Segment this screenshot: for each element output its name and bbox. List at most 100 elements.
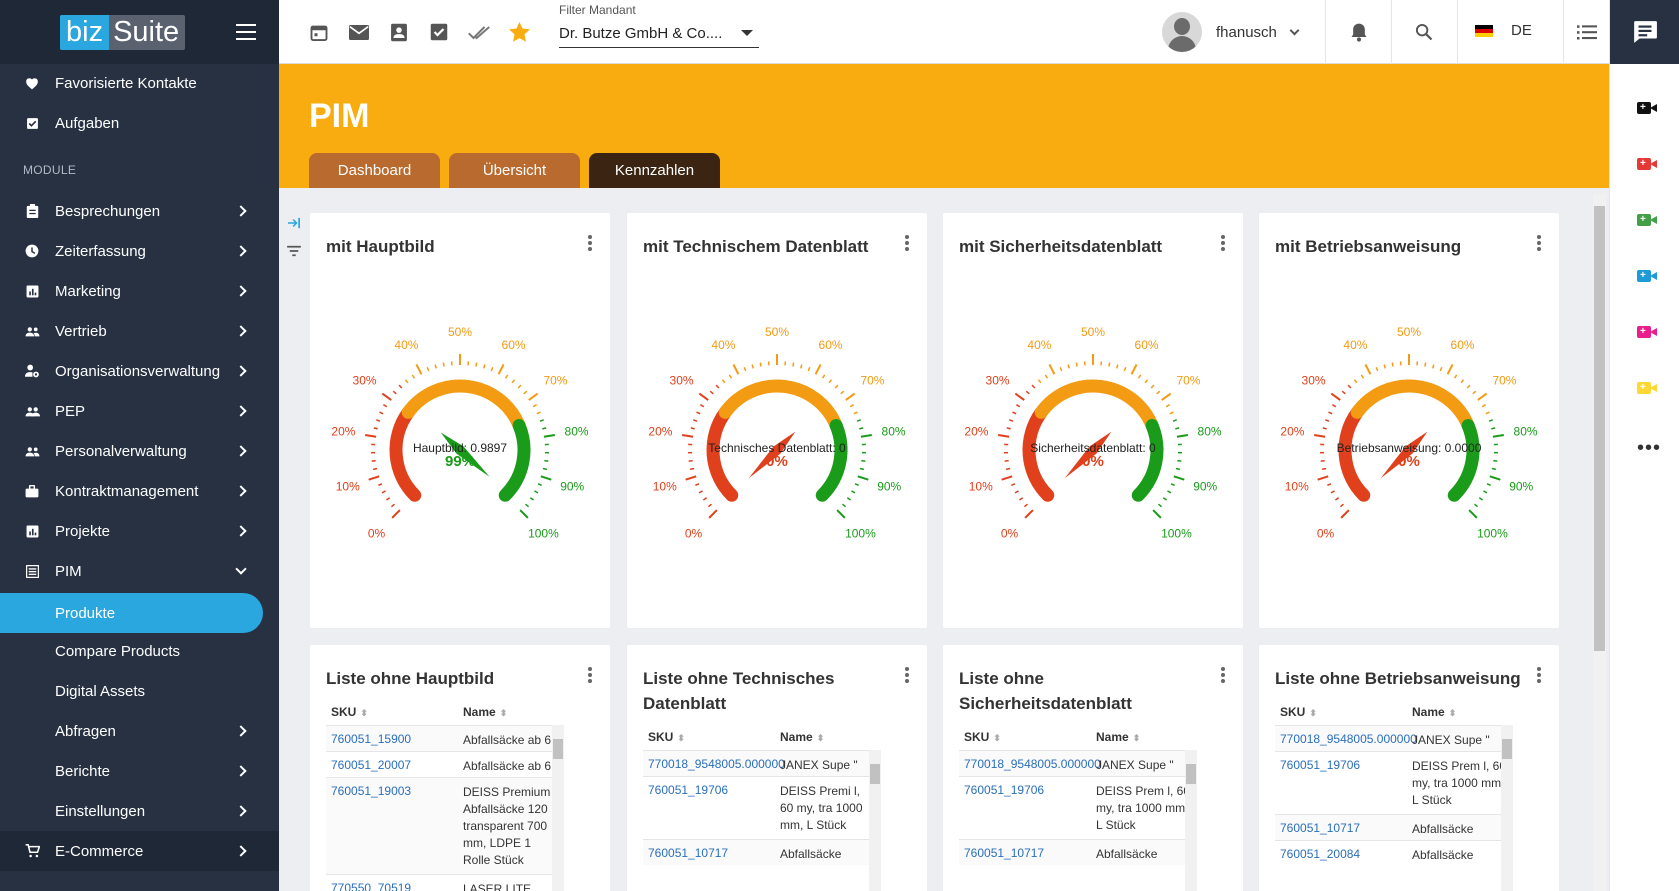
sku-link[interactable]: 760051_20084 [1280, 847, 1360, 861]
task-icon[interactable] [427, 20, 451, 44]
table-row[interactable]: 760051_19706 DEISS Prem l, 60 my, tra 100… [1275, 751, 1513, 814]
table-row[interactable]: 760051_20084 Abfallsäcke [1275, 840, 1513, 866]
table-row[interactable]: 760051_10717 Abfallsäcke [1275, 814, 1513, 840]
sidebar-subitem-produkte[interactable]: Produkte [0, 593, 263, 633]
sidebar-item-favorite-contacts[interactable]: Favorisierte Kontakte [0, 63, 279, 103]
video-add-icon[interactable]: + [1637, 214, 1657, 226]
sidebar-item-pim[interactable]: PIM [0, 551, 279, 591]
done-all-icon[interactable] [467, 20, 491, 44]
scrollbar-thumb[interactable] [1502, 739, 1512, 759]
kebab-menu-icon[interactable] [905, 667, 909, 683]
star-icon[interactable] [507, 20, 531, 44]
table-row[interactable]: 770018_9548005.000000JANEX Supe " braun [643, 750, 881, 776]
column-header-name[interactable]: Name ⬍ [1096, 730, 1140, 744]
kebab-menu-icon[interactable] [1221, 235, 1225, 251]
kebab-menu-icon[interactable] [905, 235, 909, 251]
table-row[interactable]: 770550_70519 LASER LITE Extra [326, 874, 564, 891]
scrollbar-thumb[interactable] [553, 739, 563, 759]
search-icon[interactable] [1412, 20, 1436, 44]
chat-icon[interactable] [1610, 0, 1679, 64]
sidebar-item-zeiterfassung[interactable]: Zeiterfassung [0, 231, 279, 271]
kebab-menu-icon[interactable] [588, 235, 592, 251]
table-row[interactable]: 760051_20007 Abfallsäcke ab 6 [326, 751, 564, 777]
kebab-menu-icon[interactable] [588, 667, 592, 683]
sku-link[interactable]: 770018_9548005.000000 [1280, 732, 1417, 746]
mandant-filter-select[interactable]: Dr. Butze GmbH & Co.... [559, 20, 759, 48]
sidebar-subitem-digital-assets[interactable]: Digital Assets [0, 671, 279, 711]
sidebar-item-marketing[interactable]: Marketing [0, 271, 279, 311]
filter-icon[interactable] [287, 244, 307, 260]
sidebar-item-e-commerce[interactable]: E-Commerce [0, 831, 279, 871]
sku-link[interactable]: 760051_10717 [964, 846, 1044, 860]
collapse-panel-icon[interactable] [287, 216, 307, 232]
table-row[interactable]: 760051_15900 Abfallsäcke ab 6 [326, 725, 564, 751]
sku-link[interactable]: 760051_19706 [648, 783, 728, 797]
sku-link[interactable]: 770018_9548005.000000 [964, 757, 1101, 771]
scrollbar-thumb[interactable] [870, 764, 880, 784]
sidebar-subitem-compare-products[interactable]: Compare Products [0, 631, 279, 671]
video-add-icon[interactable]: + [1637, 326, 1657, 338]
tab-dashboard[interactable]: Dashboard [309, 153, 440, 188]
table-row[interactable]: 760051_10717 Abfallsäcke [643, 839, 881, 865]
table-row[interactable]: 770018_9548005.000000JANEX Supe " braun [1275, 725, 1513, 751]
table-scrollbar[interactable] [1185, 750, 1197, 891]
kebab-menu-icon[interactable] [1537, 667, 1541, 683]
video-add-icon[interactable]: + [1637, 382, 1657, 394]
sku-link[interactable]: 760051_10717 [1280, 821, 1360, 835]
sku-link[interactable]: 770550_70519 [331, 881, 411, 891]
more-icon[interactable]: ••• [1637, 437, 1661, 460]
sidebar-item-vertrieb[interactable]: Vertrieb [0, 311, 279, 351]
table-row[interactable]: 760051_19706 DEISS Prem l, 60 my, tra 100… [959, 776, 1197, 839]
video-add-icon[interactable]: + [1637, 270, 1657, 282]
column-header-sku[interactable]: SKU ⬍ [648, 730, 685, 744]
sidebar-item-organisationsverwaltung[interactable]: Organisationsverwaltung [0, 351, 279, 391]
sku-link[interactable]: 760051_19706 [964, 783, 1044, 797]
sidebar-item-tasks[interactable]: Aufgaben [0, 103, 279, 143]
scrollbar[interactable] [1593, 194, 1606, 891]
video-add-icon[interactable]: + [1637, 158, 1657, 170]
sku-link[interactable]: 760051_19003 [331, 784, 411, 798]
column-header-name[interactable]: Name ⬍ [780, 730, 824, 744]
sidebar-subitem-abfragen[interactable]: Abfragen [0, 711, 279, 751]
language-selector[interactable]: DE [1475, 22, 1532, 39]
table-scrollbar[interactable] [1501, 725, 1513, 891]
tab-kennzahlen[interactable]: Kennzahlen [589, 153, 720, 188]
mail-icon[interactable] [347, 20, 371, 44]
column-header-name[interactable]: Name ⬍ [463, 705, 507, 719]
kebab-menu-icon[interactable] [1221, 667, 1225, 683]
table-row[interactable]: 770018_9548005.000000JANEX Supe " braun [959, 750, 1197, 776]
contact-icon[interactable] [387, 20, 411, 44]
kebab-menu-icon[interactable] [1537, 235, 1541, 251]
tab-uebersicht[interactable]: Übersicht [449, 153, 580, 188]
app-logo[interactable]: biz Suite [60, 15, 185, 50]
table-scrollbar[interactable] [869, 750, 881, 891]
scrollbar-thumb[interactable] [1186, 764, 1196, 784]
sidebar-item-besprechungen[interactable]: Besprechungen [0, 191, 279, 231]
video-add-icon[interactable]: + [1637, 102, 1657, 114]
sidebar-item-projekte[interactable]: Projekte [0, 511, 279, 551]
table-row[interactable]: 760051_10717 Abfallsäcke [959, 839, 1197, 865]
scrollbar-thumb[interactable] [1594, 206, 1605, 651]
sku-link[interactable]: 760051_19706 [1280, 758, 1360, 772]
list-menu-icon[interactable] [1575, 20, 1599, 44]
table-row[interactable]: 760051_19003 DEISS Premium Abfallsäcke 12… [326, 777, 564, 874]
sidebar-subitem-einstellungen[interactable]: Einstellungen [0, 791, 279, 831]
column-header-name[interactable]: Name ⬍ [1412, 705, 1456, 719]
menu-toggle-icon[interactable] [236, 24, 256, 40]
sku-link[interactable]: 760051_20007 [331, 758, 411, 772]
table-row[interactable]: 760051_19706 DEISS Premi l, 60 my, tra 10… [643, 776, 881, 839]
column-header-sku[interactable]: SKU ⬍ [1280, 705, 1317, 719]
calendar-icon[interactable] [307, 20, 331, 44]
sidebar-subitem-berichte[interactable]: Berichte [0, 751, 279, 791]
bell-icon[interactable] [1347, 20, 1371, 44]
sku-link[interactable]: 760051_15900 [331, 732, 411, 746]
sidebar-item-pep[interactable]: PEP [0, 391, 279, 431]
column-header-sku[interactable]: SKU ⬍ [331, 705, 368, 719]
sidebar-item-kontraktmanagement[interactable]: Kontraktmanagement [0, 471, 279, 511]
table-scrollbar[interactable] [552, 725, 564, 891]
sku-link[interactable]: 770018_9548005.000000 [648, 757, 785, 771]
user-menu[interactable]: fhanusch [1162, 12, 1300, 52]
column-header-sku[interactable]: SKU ⬍ [964, 730, 1001, 744]
sidebar-item-personalverwaltung[interactable]: Personalverwaltung [0, 431, 279, 471]
sku-link[interactable]: 760051_10717 [648, 846, 728, 860]
